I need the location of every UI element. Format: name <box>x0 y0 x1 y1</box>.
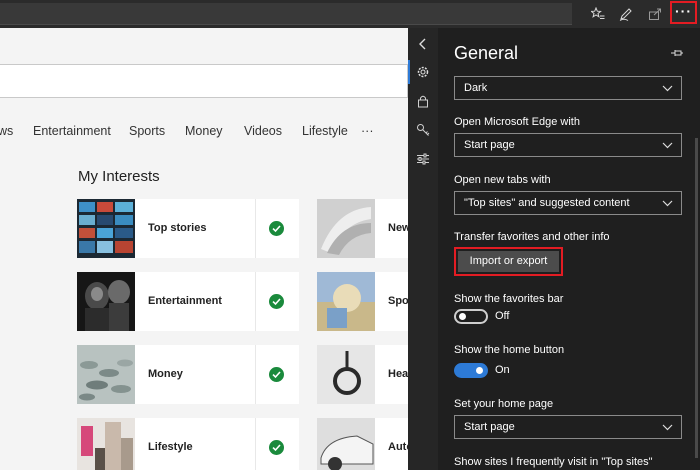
checkmark-icon[interactable] <box>269 367 284 382</box>
settings-panel: General Dark Open Microsoft Edge with St… <box>438 28 700 470</box>
favorites-bar-state: Off <box>495 310 510 322</box>
home-page-select-value: Start page <box>464 421 515 433</box>
panel-title: General <box>454 43 519 63</box>
card-divider <box>255 418 256 470</box>
nav-more-button[interactable]: ··· <box>361 124 374 138</box>
interest-card-autos[interactable]: Auto <box>317 418 417 470</box>
address-bar[interactable] <box>0 3 572 25</box>
open-with-select[interactable]: Start page <box>454 133 682 157</box>
home-button-state: On <box>495 364 510 376</box>
interest-card-lifestyle[interactable]: Lifestyle <box>77 418 299 470</box>
lock-icon[interactable] <box>408 87 438 115</box>
card-title: Top stories <box>148 222 207 234</box>
favorites-bar-toggle[interactable] <box>454 309 488 324</box>
chevron-down-icon <box>662 85 673 92</box>
card-title: Lifestyle <box>148 441 193 453</box>
start-page: ws Entertainment Sports Money Videos Lif… <box>0 28 417 470</box>
key-icon[interactable] <box>408 116 438 144</box>
scrollbar[interactable] <box>695 138 698 458</box>
interest-card-entertainment[interactable]: Entertainment <box>77 272 299 331</box>
home-page-label: Set your home page <box>454 398 554 410</box>
more-actions-button[interactable]: ··· <box>670 1 697 24</box>
toggle-knob <box>476 367 483 374</box>
new-tabs-label: Open new tabs with <box>454 174 551 186</box>
search-input[interactable] <box>0 64 408 98</box>
money-thumbnail <box>77 345 135 404</box>
home-page-select[interactable]: Start page <box>454 415 682 439</box>
lifestyle-thumbnail <box>77 418 135 470</box>
card-divider <box>255 345 256 404</box>
top-stories-thumbnail <box>77 199 135 258</box>
checkmark-icon[interactable] <box>269 440 284 455</box>
settings-icon-strip <box>408 28 438 470</box>
interest-card-health[interactable]: Heal <box>317 345 417 404</box>
nav-item-lifestyle[interactable]: Lifestyle <box>302 124 348 138</box>
toggle-knob <box>459 313 466 320</box>
home-button-label: Show the home button <box>454 344 565 356</box>
section-title: My Interests <box>78 168 160 185</box>
checkmark-icon[interactable] <box>269 221 284 236</box>
home-button-toggle[interactable] <box>454 363 488 378</box>
favorites-bar-label: Show the favorites bar <box>454 293 564 305</box>
sports-thumbnail <box>317 272 375 331</box>
sliders-icon[interactable] <box>408 145 438 173</box>
chevron-down-icon <box>662 200 673 207</box>
interest-card-top-stories[interactable]: Top stories <box>77 199 299 258</box>
news-thumbnail <box>317 199 375 258</box>
autos-thumbnail <box>317 418 375 470</box>
open-with-label: Open Microsoft Edge with <box>454 116 580 128</box>
nav-item-money[interactable]: Money <box>185 124 223 138</box>
frequent-sites-label: Show sites I frequently visit in "Top si… <box>454 456 653 468</box>
interest-card-news[interactable]: New <box>317 199 417 258</box>
open-with-select-value: Start page <box>464 139 515 151</box>
card-title: Money <box>148 368 183 380</box>
collapse-chevron-icon[interactable] <box>408 30 438 58</box>
share-icon[interactable] <box>643 3 667 25</box>
transfer-label: Transfer favorites and other info <box>454 231 610 243</box>
interest-card-money[interactable]: Money <box>77 345 299 404</box>
nav-item-news[interactable]: ws <box>0 124 13 138</box>
gear-icon[interactable] <box>408 58 438 86</box>
entertainment-thumbnail <box>77 272 135 331</box>
theme-select[interactable]: Dark <box>454 76 682 100</box>
card-title: Entertainment <box>148 295 222 307</box>
chevron-down-icon <box>662 142 673 149</box>
chevron-down-icon <box>662 424 673 431</box>
import-export-button[interactable]: Import or export <box>458 251 559 272</box>
new-tabs-select[interactable]: "Top sites" and suggested content <box>454 191 682 215</box>
card-divider <box>255 272 256 331</box>
nav-item-entertainment[interactable]: Entertainment <box>33 124 111 138</box>
health-thumbnail <box>317 345 375 404</box>
checkmark-icon[interactable] <box>269 294 284 309</box>
nav-item-sports[interactable]: Sports <box>129 124 165 138</box>
pin-icon[interactable] <box>670 46 684 60</box>
card-divider <box>255 199 256 258</box>
nav-item-videos[interactable]: Videos <box>244 124 282 138</box>
favorites-icon[interactable] <box>586 3 610 25</box>
import-export-highlight: Import or export <box>454 247 563 276</box>
browser-toolbar: ··· <box>0 0 700 28</box>
theme-select-value: Dark <box>464 82 488 94</box>
new-tabs-select-value: "Top sites" and suggested content <box>464 197 630 209</box>
notes-pen-icon[interactable] <box>614 3 638 25</box>
interest-card-sports[interactable]: Spor <box>317 272 417 331</box>
news-nav: ws Entertainment Sports Money Videos Lif… <box>0 124 408 144</box>
